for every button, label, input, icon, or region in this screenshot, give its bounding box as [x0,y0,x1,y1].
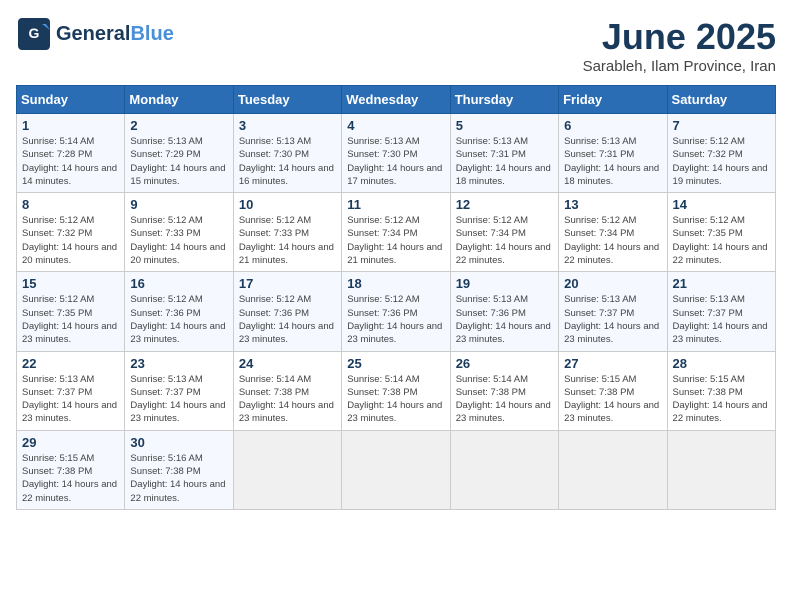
day-19: 19 Sunrise: 5:13 AMSunset: 7:36 PMDaylig… [450,272,558,351]
header-saturday: Saturday [667,86,775,114]
day-27: 27 Sunrise: 5:15 AMSunset: 7:38 PMDaylig… [559,351,667,430]
day-13: 13 Sunrise: 5:12 AMSunset: 7:34 PMDaylig… [559,193,667,272]
logo-blue: Blue [130,23,173,45]
svg-text:G: G [29,25,40,41]
header-thursday: Thursday [450,86,558,114]
header-friday: Friday [559,86,667,114]
day-15: 15 Sunrise: 5:12 AMSunset: 7:35 PMDaylig… [17,272,125,351]
month-title: June 2025 [583,16,776,58]
calendar-week-5: 29 Sunrise: 5:15 AMSunset: 7:38 PMDaylig… [17,430,776,509]
day-16: 16 Sunrise: 5:12 AMSunset: 7:36 PMDaylig… [125,272,233,351]
day-29: 29 Sunrise: 5:15 AMSunset: 7:38 PMDaylig… [17,430,125,509]
day-22: 22 Sunrise: 5:13 AMSunset: 7:37 PMDaylig… [17,351,125,430]
day-14: 14 Sunrise: 5:12 AMSunset: 7:35 PMDaylig… [667,193,775,272]
calendar-week-1: 1 Sunrise: 5:14 AMSunset: 7:28 PMDayligh… [17,114,776,193]
day-18: 18 Sunrise: 5:12 AMSunset: 7:36 PMDaylig… [342,272,450,351]
empty-cell-3 [450,430,558,509]
title-area: June 2025 Sarableh, Ilam Province, Iran [583,16,776,75]
empty-cell-5 [667,430,775,509]
day-23: 23 Sunrise: 5:13 AMSunset: 7:37 PMDaylig… [125,351,233,430]
calendar-week-2: 8 Sunrise: 5:12 AMSunset: 7:32 PMDayligh… [17,193,776,272]
day-3: 3 Sunrise: 5:13 AMSunset: 7:30 PMDayligh… [233,114,341,193]
day-10: 10 Sunrise: 5:12 AMSunset: 7:33 PMDaylig… [233,193,341,272]
calendar-table: Sunday Monday Tuesday Wednesday Thursday… [16,85,776,510]
day-8: 8 Sunrise: 5:12 AMSunset: 7:32 PMDayligh… [17,193,125,272]
day-30: 30 Sunrise: 5:16 AMSunset: 7:38 PMDaylig… [125,430,233,509]
day-5: 5 Sunrise: 5:13 AMSunset: 7:31 PMDayligh… [450,114,558,193]
header-sunday: Sunday [17,86,125,114]
header-monday: Monday [125,86,233,114]
day-6: 6 Sunrise: 5:13 AMSunset: 7:31 PMDayligh… [559,114,667,193]
logo-icon: G [16,16,52,52]
empty-cell-4 [559,430,667,509]
day-28: 28 Sunrise: 5:15 AMSunset: 7:38 PMDaylig… [667,351,775,430]
day-17: 17 Sunrise: 5:12 AMSunset: 7:36 PMDaylig… [233,272,341,351]
empty-cell-1 [233,430,341,509]
page-header: G GeneralBlue June 2025 Sarableh, Ilam P… [16,16,776,75]
day-12: 12 Sunrise: 5:12 AMSunset: 7:34 PMDaylig… [450,193,558,272]
day-25: 25 Sunrise: 5:14 AMSunset: 7:38 PMDaylig… [342,351,450,430]
day-4: 4 Sunrise: 5:13 AMSunset: 7:30 PMDayligh… [342,114,450,193]
header-wednesday: Wednesday [342,86,450,114]
header-tuesday: Tuesday [233,86,341,114]
day-26: 26 Sunrise: 5:14 AMSunset: 7:38 PMDaylig… [450,351,558,430]
day-20: 20 Sunrise: 5:13 AMSunset: 7:37 PMDaylig… [559,272,667,351]
day-21: 21 Sunrise: 5:13 AMSunset: 7:37 PMDaylig… [667,272,775,351]
calendar-week-4: 22 Sunrise: 5:13 AMSunset: 7:37 PMDaylig… [17,351,776,430]
day-11: 11 Sunrise: 5:12 AMSunset: 7:34 PMDaylig… [342,193,450,272]
day-1: 1 Sunrise: 5:14 AMSunset: 7:28 PMDayligh… [17,114,125,193]
logo: G GeneralBlue [16,16,174,52]
logo-text-area: GeneralBlue [56,23,174,45]
empty-cell-2 [342,430,450,509]
day-24: 24 Sunrise: 5:14 AMSunset: 7:38 PMDaylig… [233,351,341,430]
day-7: 7 Sunrise: 5:12 AMSunset: 7:32 PMDayligh… [667,114,775,193]
location-title: Sarableh, Ilam Province, Iran [583,58,776,75]
weekday-header-row: Sunday Monday Tuesday Wednesday Thursday… [17,86,776,114]
day-9: 9 Sunrise: 5:12 AMSunset: 7:33 PMDayligh… [125,193,233,272]
calendar-week-3: 15 Sunrise: 5:12 AMSunset: 7:35 PMDaylig… [17,272,776,351]
logo-general: General [56,23,130,45]
day-2: 2 Sunrise: 5:13 AMSunset: 7:29 PMDayligh… [125,114,233,193]
